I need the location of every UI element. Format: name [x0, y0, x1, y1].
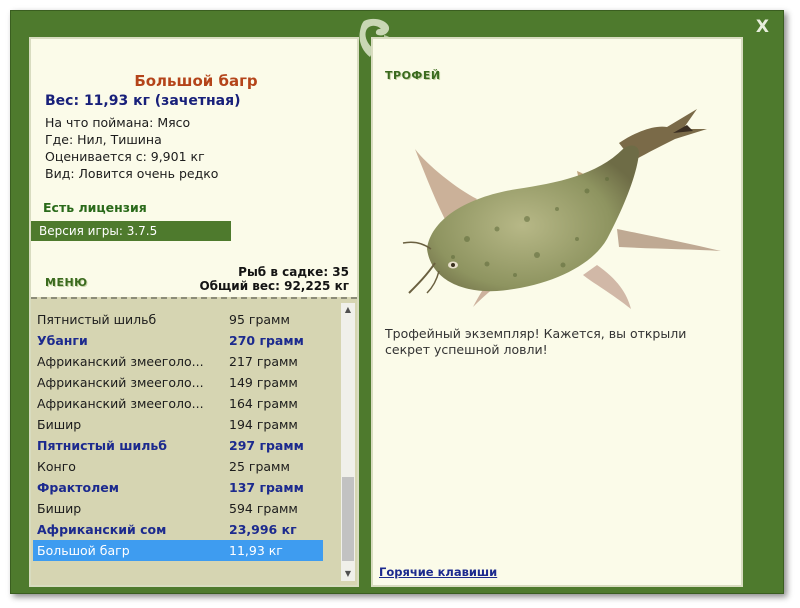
fish-name-cell: Пятнистый шильб: [37, 438, 168, 453]
fish-name-cell: Бишир: [37, 501, 82, 516]
fish-name: Большой багр: [134, 72, 258, 90]
catch-list: Пятнистый шильб 95 грамм Убанги 270 грамм Аф…: [33, 309, 323, 561]
list-scrollbar[interactable]: ▲ ▼: [341, 303, 355, 581]
version-bar: Версия игры: 3.7.5: [31, 221, 231, 241]
fish-weight-cell: 297 грамм: [229, 438, 304, 453]
fish-weight-cell: 11,93 кг: [229, 543, 283, 558]
fish-name-cell: Фрактолем: [37, 480, 119, 495]
fish-name-cell: Африканский змееголо...: [37, 396, 204, 411]
list-item[interactable]: Африканский сом 23,996 кг: [33, 519, 323, 540]
fish-weight-cell: 137 грамм: [229, 480, 304, 495]
list-item[interactable]: Африканский змееголо... 149 грамм: [33, 372, 323, 393]
list-item[interactable]: Пятнистый шильб 95 грамм: [33, 309, 323, 330]
location-info: Где: Нил, Тишина: [45, 132, 162, 147]
list-item[interactable]: Африканский змееголо... 217 грамм: [33, 351, 323, 372]
list-item[interactable]: Конго 25 грамм: [33, 456, 323, 477]
bait-info: На что поймана: Мясо: [45, 115, 191, 130]
fish-name-cell: Африканский змееголо...: [37, 354, 204, 369]
scroll-down-arrow-icon[interactable]: ▼: [341, 567, 355, 581]
close-button[interactable]: X: [756, 17, 769, 37]
list-item[interactable]: Большой багр 11,93 кг: [33, 540, 323, 561]
fish-weight-cell: 23,996 кг: [229, 522, 297, 537]
list-item[interactable]: Бишир 594 грамм: [33, 498, 323, 519]
rarity-info: Вид: Ловится очень редко: [45, 166, 219, 181]
hotkeys-link[interactable]: Горячие клавиши: [379, 565, 497, 579]
fish-info-panel: Большой багр Вес: 11,93 кг (зачетная) На…: [29, 37, 359, 301]
fish-weight-cell: 164 грамм: [229, 396, 298, 411]
fish-weight-cell: 217 грамм: [229, 354, 298, 369]
fish-count: Рыб в садке: 35: [238, 265, 349, 279]
scroll-thumb[interactable]: [342, 477, 354, 561]
fish-weight-cell: 95 грамм: [229, 312, 290, 327]
fish-weight-cell: 270 грамм: [229, 333, 304, 348]
dashed-divider: [31, 297, 357, 299]
fish-weight: Вес: 11,93 кг (зачетная): [45, 93, 241, 109]
menu-button[interactable]: МЕНЮ: [45, 276, 88, 289]
total-weight: Общий вес: 92,225 кг: [199, 279, 349, 293]
fish-name-cell: Бишир: [37, 417, 82, 432]
fish-name-cell: Африканский сом: [37, 522, 167, 537]
fish-image: [402, 109, 721, 309]
fish-weight-cell: 594 грамм: [229, 501, 298, 516]
fish-name-cell: Убанги: [37, 333, 88, 348]
valuation-info: Оценивается с: 9,901 кг: [45, 149, 205, 164]
fish-name-cell: Большой багр: [37, 543, 130, 558]
fish-weight-cell: 25 грамм: [229, 459, 290, 474]
scroll-up-arrow-icon[interactable]: ▲: [341, 303, 355, 317]
trophy-panel: ТРОФЕЙ Трофейный экземпляр! Кажется, вы …: [371, 37, 743, 587]
fish-weight-cell: 149 грамм: [229, 375, 298, 390]
license-status: Есть лицензия: [43, 200, 147, 215]
list-item[interactable]: Фрактолем 137 грамм: [33, 477, 323, 498]
fish-name-cell: Пятнистый шильб: [37, 312, 157, 327]
list-item[interactable]: Бишир 194 грамм: [33, 414, 323, 435]
fish-name-cell: Африканский змееголо...: [37, 375, 204, 390]
list-item[interactable]: Африканский змееголо... 164 грамм: [33, 393, 323, 414]
trophy-message: Трофейный экземпляр! Кажется, вы открыли…: [385, 326, 687, 357]
list-item[interactable]: Убанги 270 грамм: [33, 330, 323, 351]
catch-list-panel: Пятнистый шильб 95 грамм Убанги 270 грамм Аф…: [29, 297, 359, 587]
fish-name-cell: Конго: [37, 459, 76, 474]
catch-stats: Рыб в садке: 35 Общий вес: 92,225 кг: [199, 265, 349, 293]
fish-weight-cell: 194 грамм: [229, 417, 298, 432]
game-window: X Большой багр Вес: 11,93 кг (зачетная) …: [10, 10, 784, 594]
list-item[interactable]: Пятнистый шильб 297 грамм: [33, 435, 323, 456]
